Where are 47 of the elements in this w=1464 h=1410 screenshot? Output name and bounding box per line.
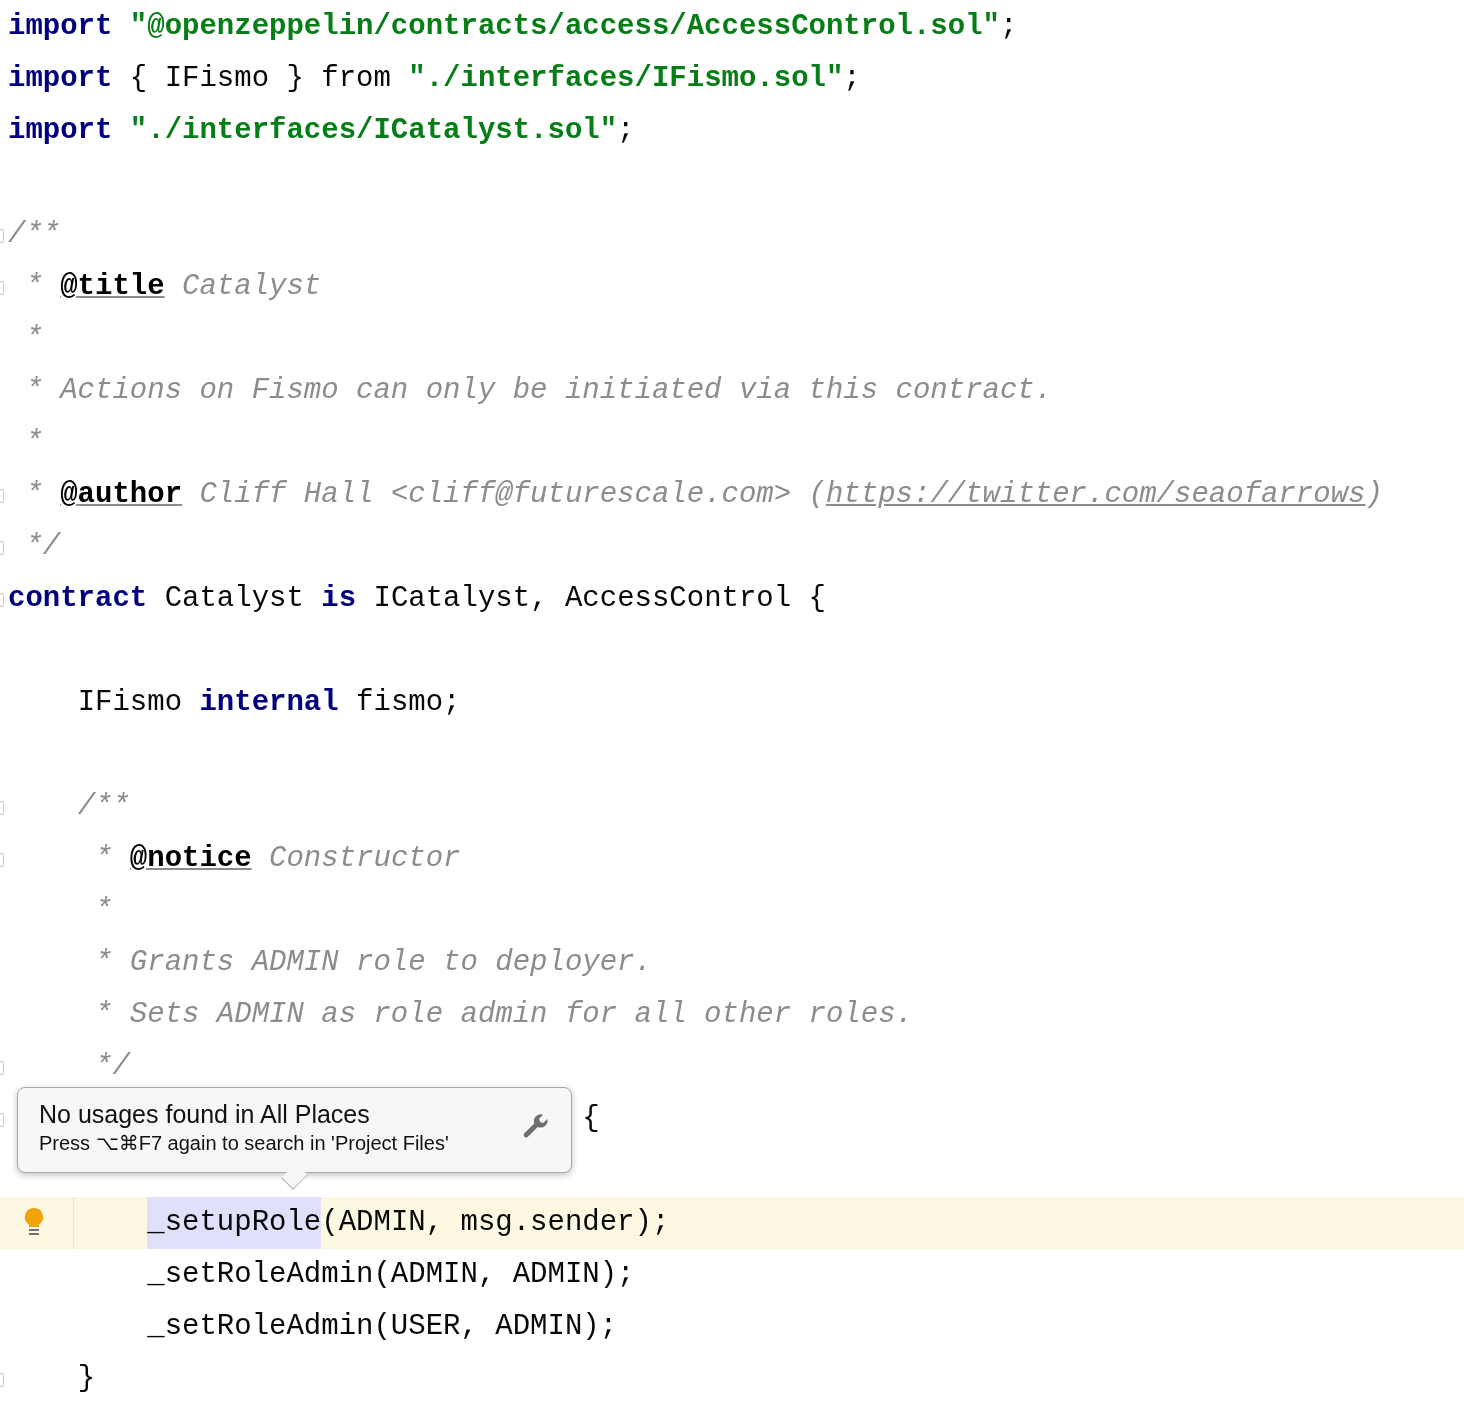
code-text: _setRoleAdmin(ADMIN, ADMIN);	[147, 1258, 635, 1291]
string-literal: "./interfaces/ICatalyst.sol"	[129, 114, 618, 147]
code-comment: *	[25, 270, 44, 303]
keyword: contract	[8, 582, 148, 615]
code-text: ;	[617, 114, 635, 147]
code-comment: */	[25, 530, 61, 563]
code-text: Catalyst	[164, 582, 305, 615]
code-comment: *	[25, 426, 43, 459]
code-text: ;	[843, 62, 861, 95]
doc-tag: @title	[60, 270, 165, 303]
code-text: { IFismo } from	[129, 62, 392, 95]
tooltip-hint: Press ⌥⌘F7 again to search in 'Project Files'	[39, 1131, 450, 1155]
code-comment: */	[95, 1050, 130, 1083]
code-comment: * Grants ADMIN role to deployer.	[95, 946, 652, 979]
usage-highlight: _setupRole	[147, 1197, 322, 1249]
keyword: import	[8, 62, 113, 95]
string-literal: "./interfaces/IFismo.sol"	[408, 62, 844, 95]
comment-link[interactable]: https://twitter.com/seaofarrows	[825, 478, 1366, 511]
doc-tag: @author	[60, 478, 183, 511]
tooltip-title: No usages found in All Places	[39, 1100, 371, 1129]
code-comment: * Sets ADMIN as role admin for all other roles.	[95, 998, 913, 1031]
code-comment: Constructor	[269, 842, 461, 875]
code-comment: * Actions on Fismo can only be initiated via this contract.	[25, 374, 1053, 407]
code-text: }	[77, 1362, 96, 1395]
code-comment: Catalyst	[182, 270, 322, 303]
code-comment: /**	[77, 790, 130, 823]
keyword: import	[8, 10, 113, 43]
string-literal: "@openzeppelin/contracts/access/AccessControl.sol"	[129, 10, 1000, 43]
keyword: is	[321, 582, 357, 615]
code-comment: )	[1365, 478, 1383, 511]
code-text: _setRoleAdmin(USER, ADMIN);	[147, 1310, 618, 1343]
keyword: import	[8, 114, 113, 147]
code-text: IFismo	[77, 686, 184, 719]
code-text: (ADMIN, msg.sender);	[321, 1206, 670, 1239]
code-text: ;	[1000, 10, 1018, 43]
code-comment: /**	[8, 218, 61, 251]
code-comment: *	[25, 478, 44, 511]
lightbulb-icon[interactable]	[23, 1207, 45, 1237]
keyword: internal	[199, 686, 339, 719]
code-text: {	[582, 1102, 600, 1135]
code-comment: *	[95, 842, 114, 875]
code-text: ICatalyst, AccessControl {	[373, 582, 826, 615]
code-comment: *	[25, 322, 43, 355]
doc-tag: @notice	[129, 842, 252, 875]
code-comment: *	[95, 894, 113, 927]
code-text: fismo;	[356, 686, 461, 719]
code-comment: Cliff Hall <cliff@futurescale.com> (	[199, 478, 826, 511]
